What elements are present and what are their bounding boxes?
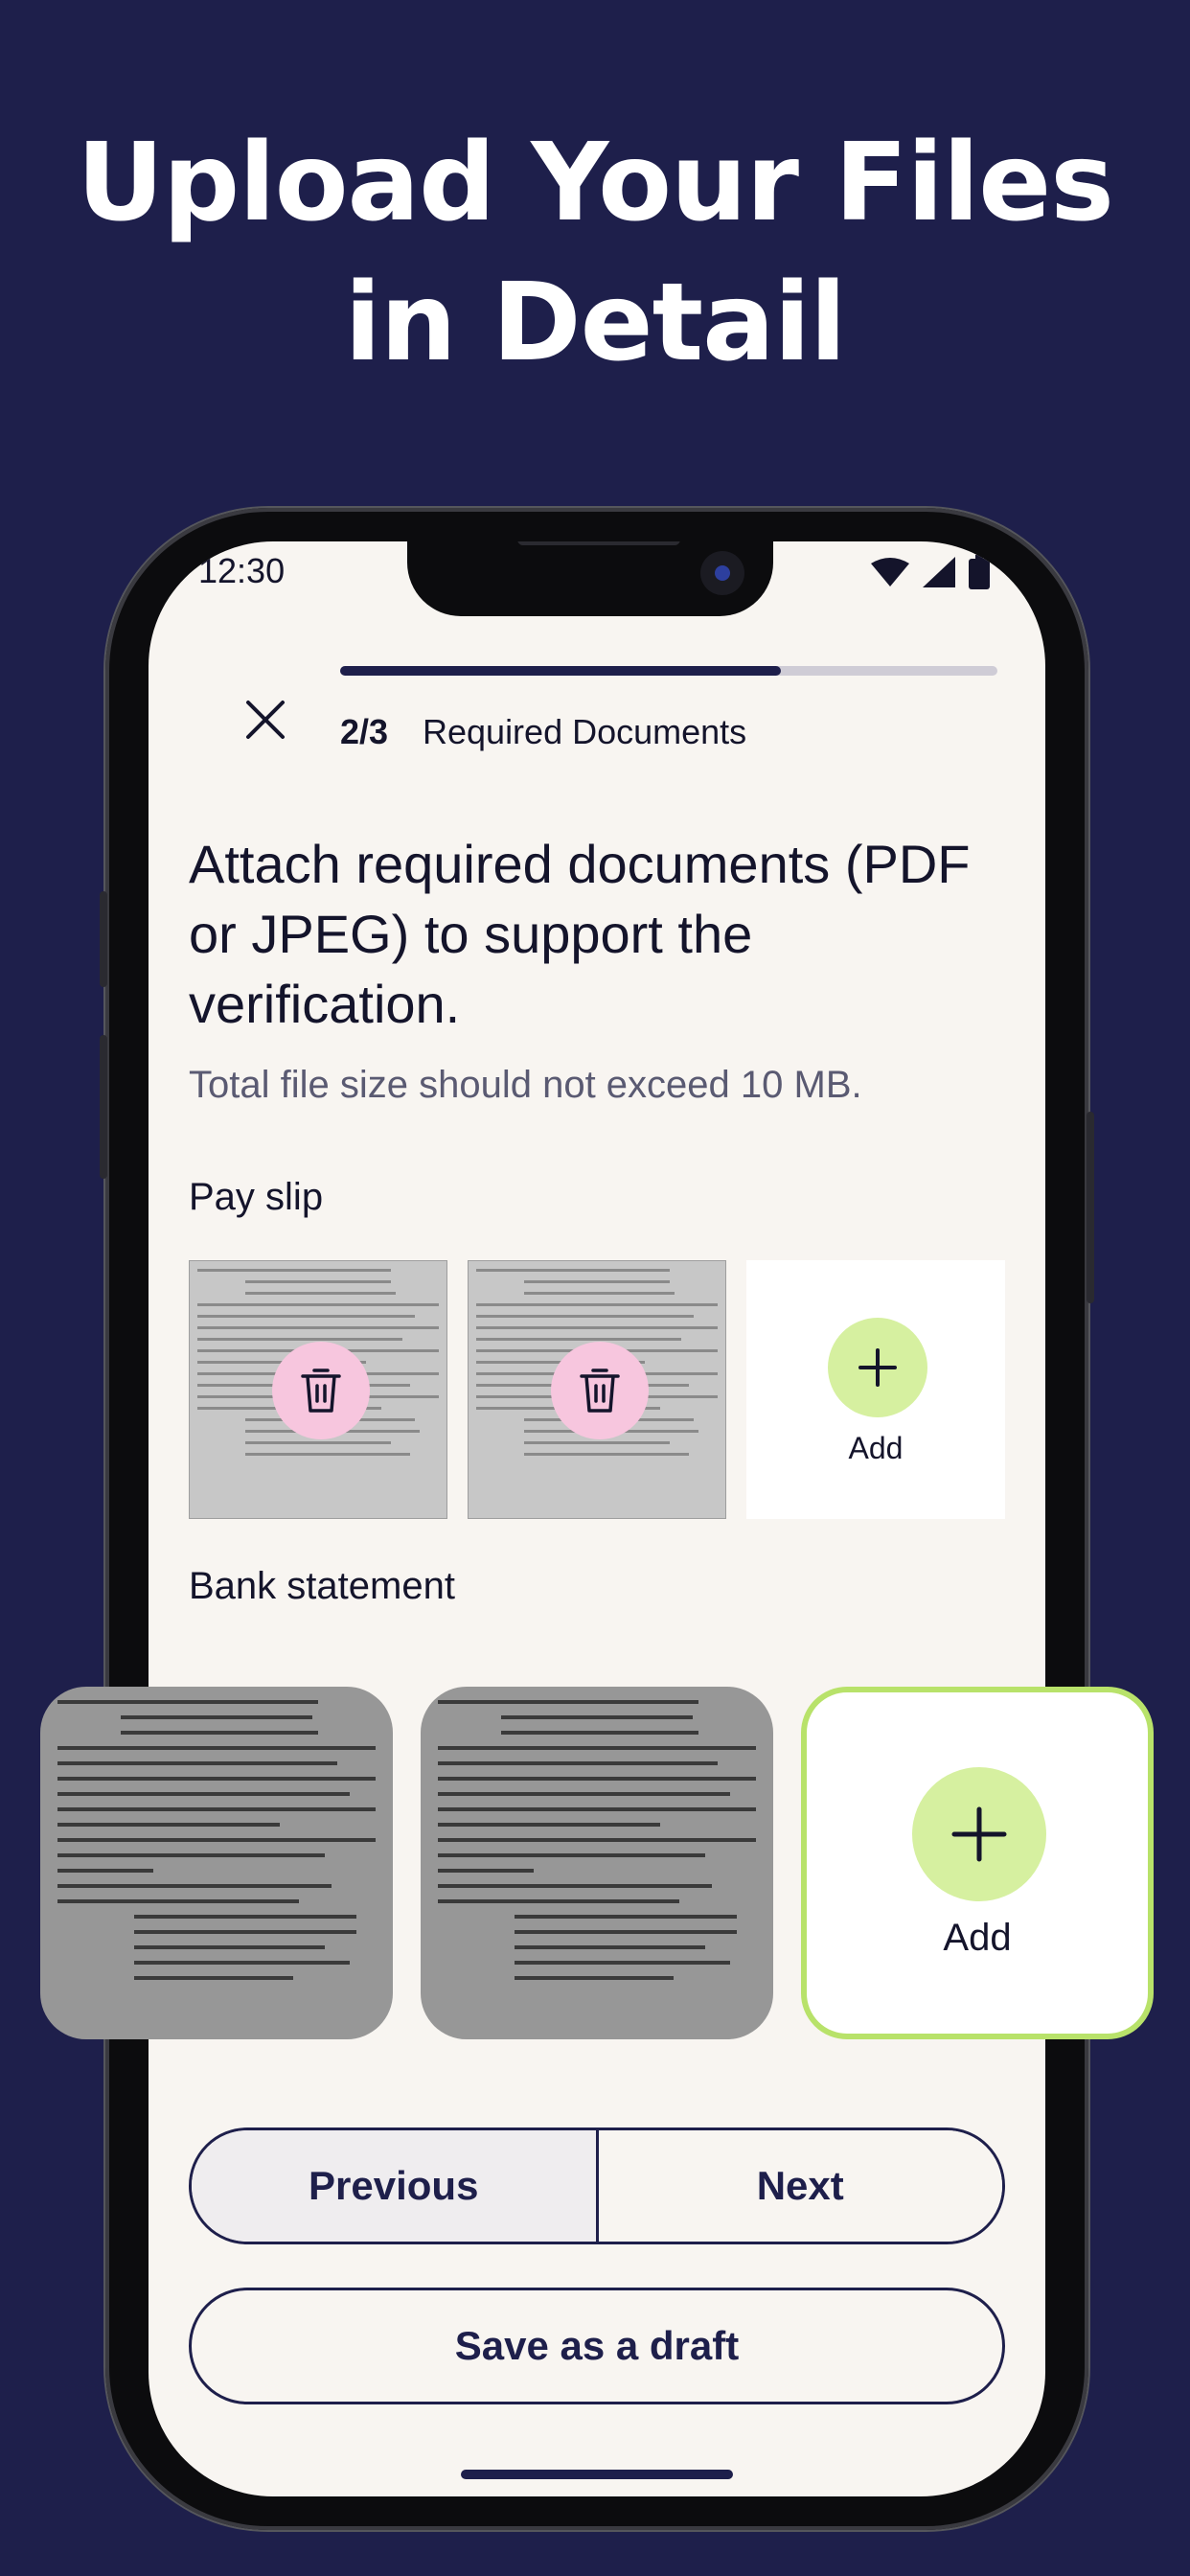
phone-volume-button <box>100 1035 107 1179</box>
page-title: Attach required documents (PDF or JPEG) … <box>189 834 971 1034</box>
add-label: Add <box>943 1917 1012 1959</box>
headline: Upload Your Files in Detail <box>0 113 1190 393</box>
document-preview <box>57 1700 376 2032</box>
battery-icon <box>969 555 990 589</box>
headline-line-2: in Detail <box>344 261 847 385</box>
signal-icon <box>923 557 955 587</box>
trash-icon <box>580 1368 620 1413</box>
document-preview <box>438 1700 756 2032</box>
pay-slip-thumbnail[interactable] <box>468 1260 726 1519</box>
close-button[interactable] <box>233 687 298 752</box>
notch <box>407 541 773 616</box>
home-indicator <box>461 2470 733 2479</box>
progress-fill <box>340 666 781 676</box>
add-circle <box>828 1318 927 1417</box>
navigation-buttons: Previous Next <box>189 2128 1005 2244</box>
bank-statement-add-button[interactable]: Add <box>801 1687 1154 2039</box>
previous-button[interactable]: Previous <box>192 2130 599 2242</box>
progress-bar <box>340 666 997 676</box>
plus-icon <box>951 1806 1007 1862</box>
add-circle <box>912 1767 1046 1901</box>
save-draft-button[interactable]: Save as a draft <box>189 2288 1005 2404</box>
bank-statement-thumbnail[interactable] <box>40 1687 393 2039</box>
pay-slip-thumbnail[interactable] <box>189 1260 447 1519</box>
status-icons <box>871 555 990 589</box>
phone-side-button <box>100 891 107 987</box>
headline-line-1: Upload Your Files <box>77 121 1114 245</box>
wifi-icon <box>871 558 909 586</box>
pay-slip-add-button[interactable]: Add <box>746 1260 1005 1519</box>
phone-power-button <box>1087 1112 1094 1303</box>
step-counter: 2/3 <box>340 712 389 751</box>
phone-screen: 12:30 2/3 Required Documents Attach requ… <box>149 541 1045 2496</box>
bank-statement-label: Bank statement <box>189 1565 455 1607</box>
file-size-note: Total file size should not exceed 10 MB. <box>189 1064 862 1106</box>
trash-icon <box>301 1368 341 1413</box>
speaker <box>517 541 680 545</box>
delete-button[interactable] <box>272 1342 370 1439</box>
status-time: 12:30 <box>198 551 286 590</box>
close-icon <box>246 701 285 739</box>
add-label: Add <box>848 1431 904 1465</box>
bank-statement-thumbnail[interactable] <box>421 1687 773 2039</box>
plus-icon <box>858 1348 897 1387</box>
step-title: Required Documents <box>423 712 747 751</box>
pay-slip-label: Pay slip <box>189 1176 324 1218</box>
camera-icon <box>700 551 744 595</box>
delete-button[interactable] <box>551 1342 649 1439</box>
next-button[interactable]: Next <box>598 2130 1002 2242</box>
